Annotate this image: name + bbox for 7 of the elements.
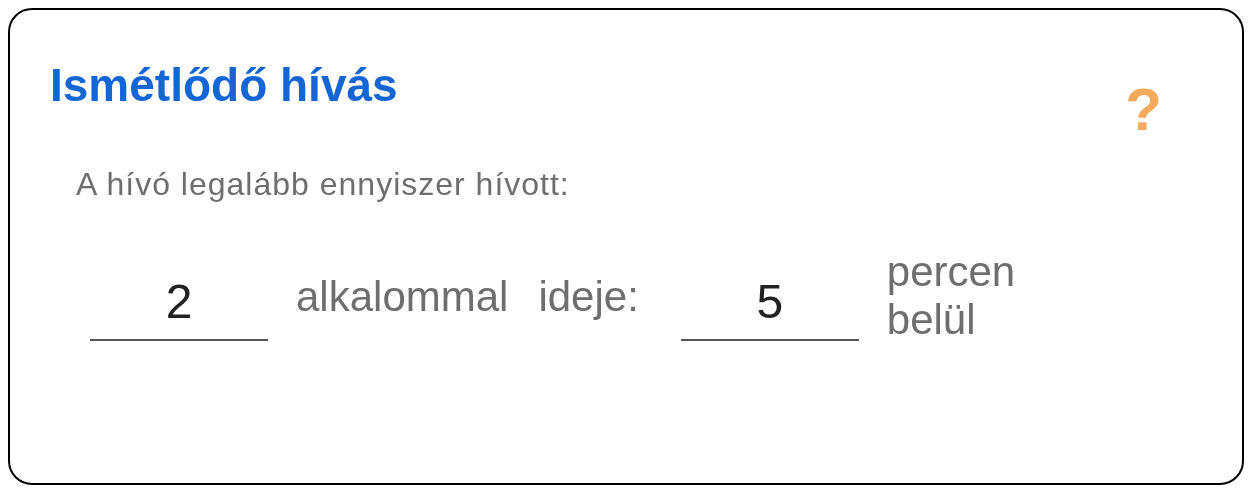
- dialog-title: Ismétlődő hívás: [50, 62, 398, 108]
- prompt-text: A hívó legalább ennyiszer hívott:: [76, 166, 570, 202]
- unit-label: alkalommal: [296, 271, 509, 322]
- time-label: ideje:: [538, 271, 639, 322]
- input-field[interactable]: 2: [90, 259, 268, 341]
- unit-label: percen belül: [886, 248, 1017, 344]
- input-field[interactable]: 5: [680, 259, 859, 341]
